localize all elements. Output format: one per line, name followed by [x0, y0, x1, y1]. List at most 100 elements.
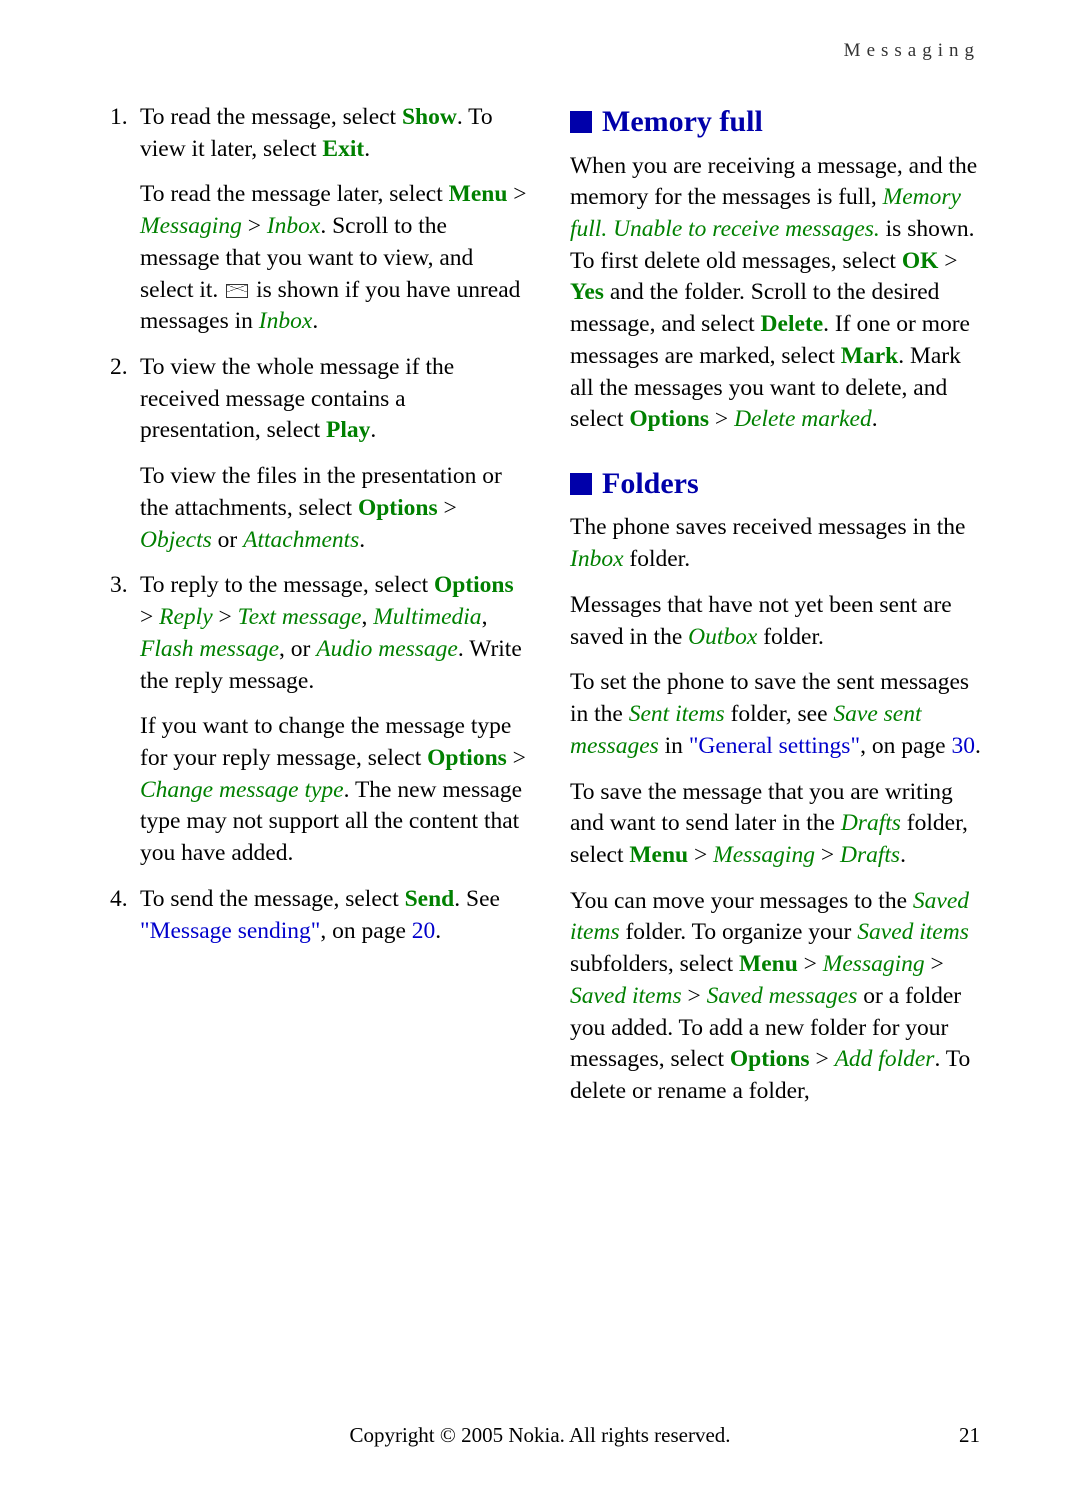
ui-label: Show	[402, 104, 457, 130]
ui-path: Multimedia	[373, 604, 481, 630]
xref-link[interactable]: "Message sending"	[140, 918, 320, 944]
text: >	[507, 181, 526, 207]
xref-link[interactable]: "General settings"	[689, 733, 860, 759]
ui-path: Inbox	[259, 308, 313, 334]
ui-path: Add folder	[835, 1046, 935, 1072]
ui-path: Audio message	[316, 636, 458, 662]
heading-text: Memory full	[602, 102, 763, 143]
list-num: 1.	[110, 102, 140, 338]
square-bullet-icon	[570, 111, 592, 133]
text: >	[925, 951, 944, 977]
ui-label: Exit	[322, 136, 364, 162]
ui-label: Options	[730, 1046, 810, 1072]
text: >	[140, 604, 159, 630]
text: . See	[454, 886, 500, 912]
ui-label: Options	[427, 745, 507, 771]
text: .	[370, 417, 376, 443]
ui-label: Yes	[570, 279, 604, 305]
ui-path: Messaging	[823, 951, 925, 977]
text: subfolders, select	[570, 951, 739, 977]
text: >	[709, 406, 734, 432]
text: >	[798, 951, 823, 977]
ui-path: Drafts	[840, 842, 900, 868]
text: To read the message, select	[140, 104, 402, 130]
ui-label: Mark	[841, 343, 898, 369]
text: ,	[482, 604, 488, 630]
ui-path: Reply	[159, 604, 213, 630]
text: folder.	[624, 546, 691, 572]
text: The phone saves received messages in the	[570, 514, 965, 540]
text: >	[682, 983, 707, 1009]
ui-path: Attachments	[243, 527, 359, 553]
ui-path: Drafts	[841, 810, 901, 836]
text: To read the message later, select	[140, 181, 449, 207]
text: >	[688, 842, 713, 868]
section-heading: Folders	[570, 464, 990, 505]
ui-label: Menu	[449, 181, 508, 207]
left-column: 1. To read the message, select Show. To …	[110, 102, 530, 1122]
text: >	[938, 248, 957, 274]
list-item: 1. To read the message, select Show. To …	[110, 102, 530, 338]
ui-label: Options	[629, 406, 709, 432]
ui-path: Objects	[140, 527, 212, 553]
envelope-icon	[226, 284, 248, 298]
text: >	[810, 1046, 835, 1072]
ui-path: Flash message	[140, 636, 279, 662]
list-num: 3.	[110, 570, 140, 869]
page-header: Messaging	[110, 40, 990, 62]
ui-path: Inbox	[267, 213, 321, 239]
text: To send the message, select	[140, 886, 405, 912]
ui-path: Inbox	[570, 546, 624, 572]
text: >	[507, 745, 526, 771]
ui-path: Change message type	[140, 777, 344, 803]
ui-label: Menu	[629, 842, 688, 868]
ui-path: Saved items	[857, 919, 969, 945]
text: .	[900, 842, 906, 868]
list-num: 2.	[110, 352, 140, 556]
ui-label: Menu	[739, 951, 798, 977]
text: folder. To organize your	[620, 919, 858, 945]
text: To reply to the message, select	[140, 572, 434, 598]
text: .	[359, 527, 365, 553]
text: To view the whole message if the receive…	[140, 354, 454, 443]
text: You can move your messages to the	[570, 888, 913, 914]
list-item: 4. To send the message, select Send. See…	[110, 884, 530, 947]
page-ref[interactable]: 20	[412, 918, 436, 944]
text: .	[872, 406, 878, 432]
page-ref[interactable]: 30	[951, 733, 975, 759]
text: >	[815, 842, 840, 868]
list-num: 4.	[110, 884, 140, 947]
ui-label: Options	[434, 572, 514, 598]
text: , on page	[860, 733, 951, 759]
text: folder.	[757, 624, 824, 650]
ui-path: Outbox	[688, 624, 757, 650]
text: .	[435, 918, 441, 944]
heading-text: Folders	[602, 464, 699, 505]
list-item: 2. To view the whole message if the rece…	[110, 352, 530, 556]
section-heading: Memory full	[570, 102, 990, 143]
text: or	[212, 527, 243, 553]
ui-label: OK	[902, 248, 939, 274]
page-number: 21	[959, 1423, 980, 1448]
text: in	[659, 733, 689, 759]
text: .	[312, 308, 318, 334]
text: folder, see	[725, 701, 834, 727]
ui-path: Messaging	[140, 213, 242, 239]
text: >	[242, 213, 267, 239]
text: , on page	[320, 918, 411, 944]
ui-label: Send	[405, 886, 455, 912]
ui-path: Messaging	[713, 842, 815, 868]
ui-label: Delete	[761, 311, 824, 337]
ui-path: Saved messages	[707, 983, 858, 1009]
text: .	[975, 733, 981, 759]
ui-path: Text message	[238, 604, 362, 630]
text: >	[213, 604, 238, 630]
text: ,	[361, 604, 373, 630]
text: >	[438, 495, 457, 521]
square-bullet-icon	[570, 473, 592, 495]
ui-label: Options	[358, 495, 438, 521]
text: .	[364, 136, 370, 162]
list-item: 3. To reply to the message, select Optio…	[110, 570, 530, 869]
text: , or	[279, 636, 316, 662]
right-column: Memory full When you are receiving a mes…	[570, 102, 990, 1122]
